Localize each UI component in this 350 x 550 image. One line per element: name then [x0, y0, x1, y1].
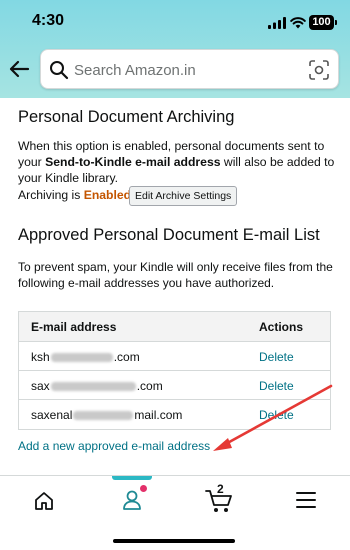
column-header-email: E-mail address — [31, 320, 117, 334]
header: 4:30 100 — [0, 0, 350, 98]
delete-link[interactable]: Delete — [259, 350, 294, 364]
battery-indicator: 100 — [309, 15, 334, 30]
home-icon[interactable] — [33, 490, 55, 512]
edit-archive-settings-button[interactable]: Edit Archive Settings — [129, 186, 238, 206]
column-header-actions: Actions — [259, 320, 304, 334]
approved-email-table: E-mail address Actions ksh .com Delete sa… — [18, 311, 331, 430]
redacted-text — [73, 411, 134, 421]
search-input[interactable] — [74, 58, 304, 82]
table-row: ksh .com Delete — [19, 342, 330, 371]
menu-icon[interactable] — [296, 491, 316, 509]
account-icon[interactable] — [120, 488, 144, 512]
redacted-text — [50, 382, 136, 392]
home-indicator-bar — [113, 539, 235, 543]
archiving-status-label: Archiving is — [18, 188, 84, 202]
add-approved-email-link[interactable]: Add a new approved e-mail address — [18, 439, 210, 453]
active-tab-indicator — [112, 476, 152, 480]
wifi-icon — [290, 17, 306, 29]
email-cell: saxenal mail.com — [31, 408, 182, 422]
archiving-heading: Personal Document Archiving — [18, 108, 235, 126]
back-arrow-icon[interactable] — [8, 58, 30, 80]
email-suffix: mail.com — [134, 408, 183, 422]
email-suffix: .com — [136, 379, 163, 393]
approved-list-description: To prevent spam, your Kindle will only r… — [18, 260, 333, 290]
status-time: 4:30 — [32, 12, 65, 29]
email-cell: ksh .com — [31, 350, 140, 364]
cart-count-badge: 2 — [217, 482, 224, 496]
table-header: E-mail address Actions — [19, 312, 330, 342]
battery-tip — [335, 20, 337, 25]
main-content: Personal Document Archiving When this op… — [0, 98, 350, 475]
email-suffix: .com — [113, 350, 140, 364]
notification-dot — [140, 485, 147, 492]
search-bar[interactable] — [40, 49, 339, 89]
email-prefix: sax — [31, 379, 50, 393]
table-row: saxenal mail.com Delete — [19, 400, 330, 429]
email-prefix: saxenal — [31, 408, 73, 422]
archiving-description: When this option is enabled, personal do… — [18, 138, 338, 186]
approved-list-heading: Approved Personal Document E-mail List — [18, 226, 320, 244]
redacted-text — [50, 353, 113, 363]
table-row: sax .com Delete — [19, 371, 330, 400]
camera-scan-icon[interactable] — [309, 60, 329, 80]
archiving-status-value: Enabled — [83, 188, 132, 202]
archiving-status: Archiving is Enabled — [18, 188, 131, 202]
cellular-signal-icon — [268, 17, 286, 29]
bottom-nav: 2 — [0, 475, 350, 550]
email-prefix: ksh — [31, 350, 50, 364]
email-cell: sax .com — [31, 379, 163, 393]
search-icon — [50, 61, 69, 80]
status-bar: 4:30 100 — [0, 12, 350, 34]
archiving-desc-bold: Send-to-Kindle e-mail address — [45, 155, 221, 169]
delete-link[interactable]: Delete — [259, 379, 294, 393]
delete-link[interactable]: Delete — [259, 408, 294, 422]
